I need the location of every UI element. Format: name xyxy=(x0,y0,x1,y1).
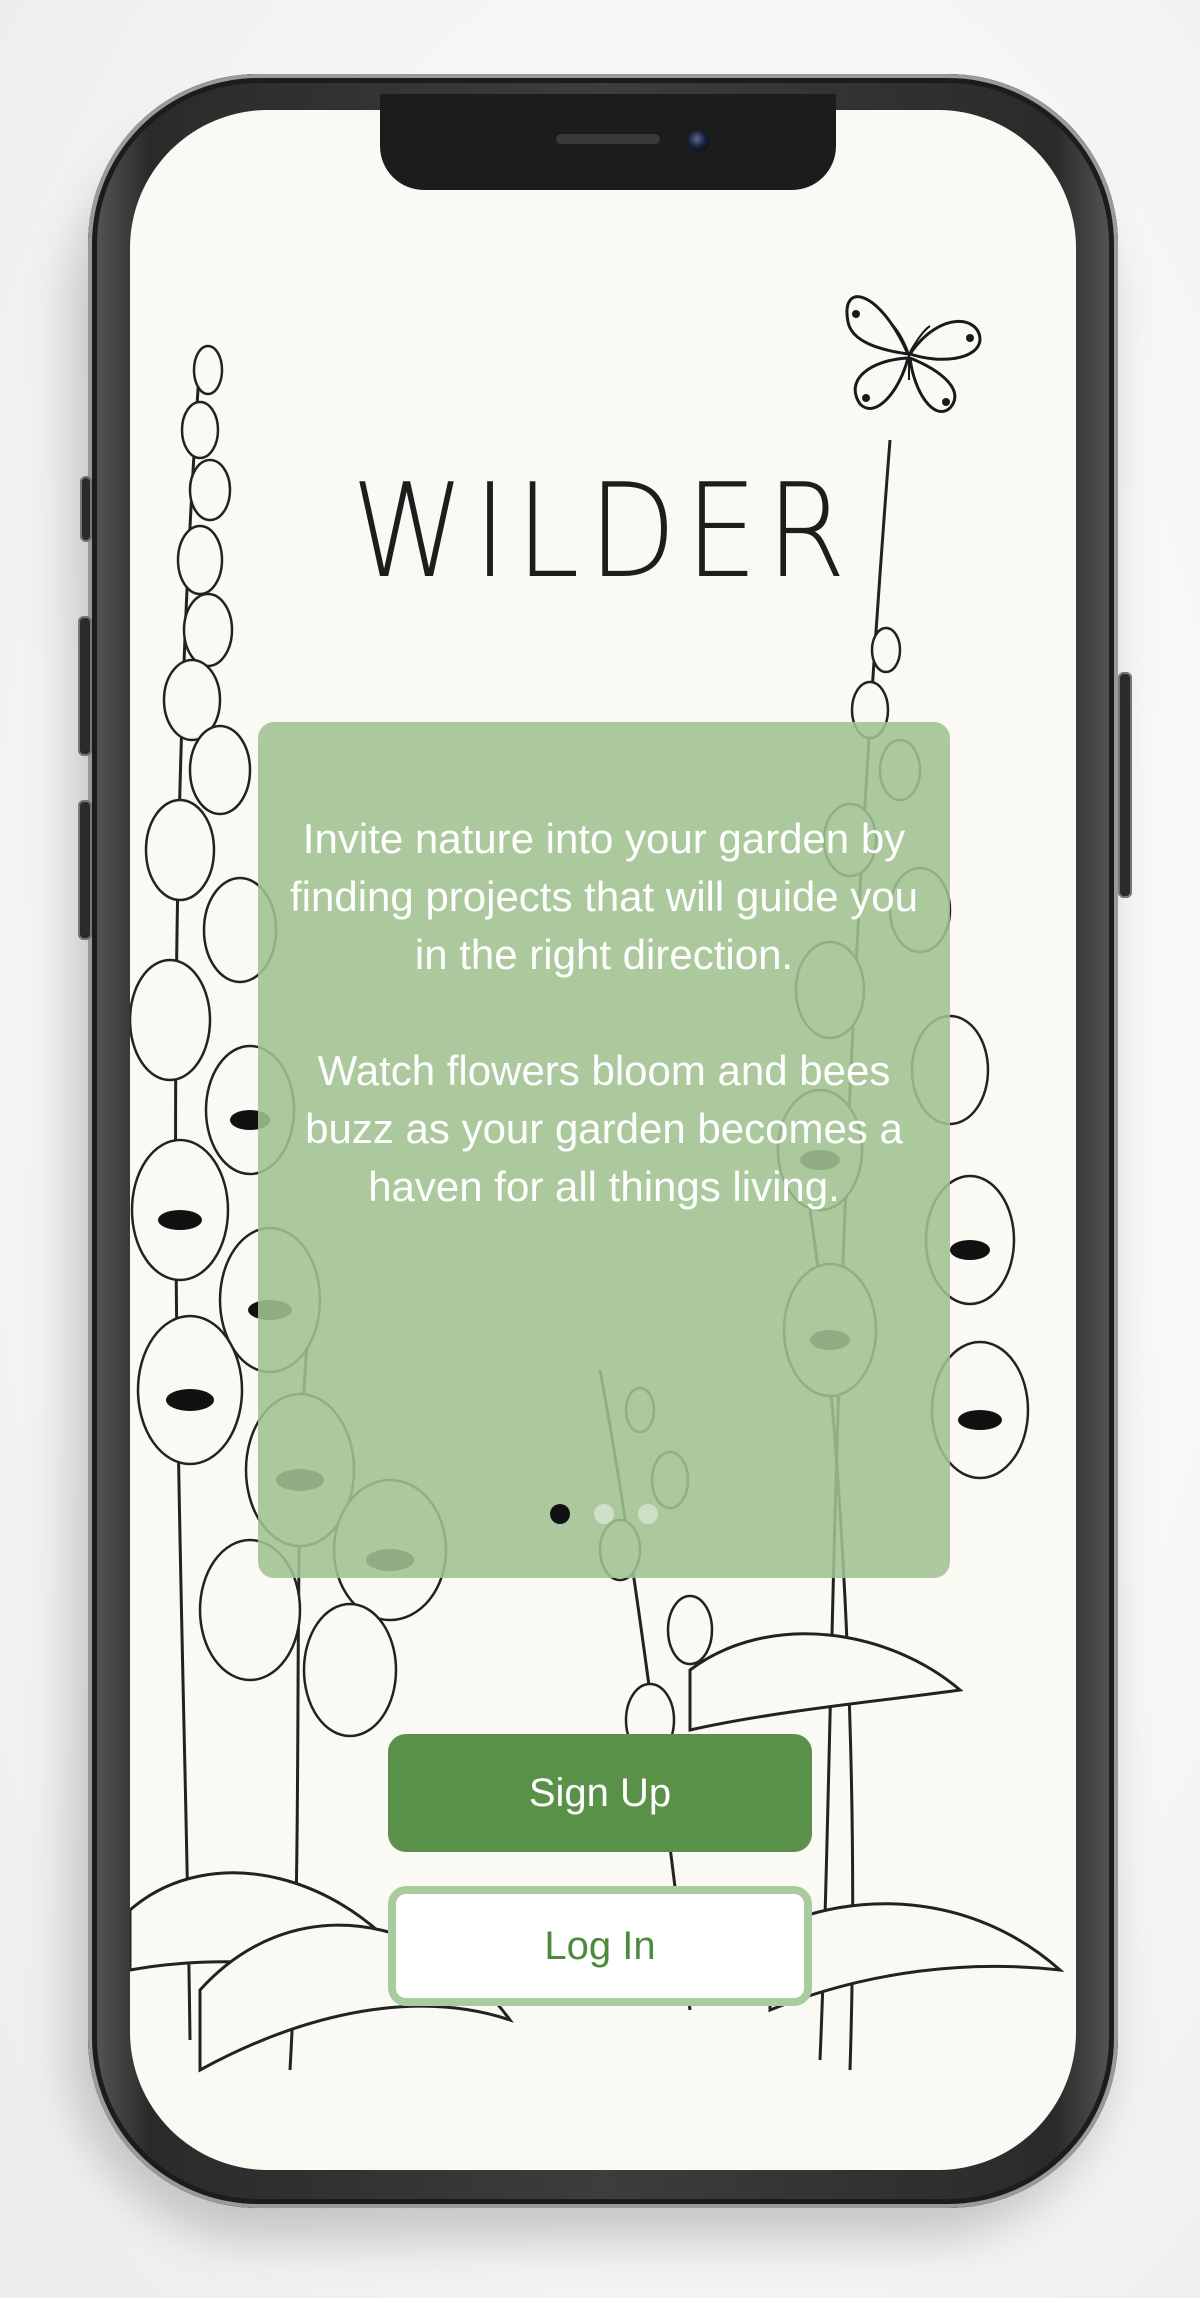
onboarding-copy: Invite nature into your garden by findin… xyxy=(288,810,920,1216)
butterfly-illustration xyxy=(845,295,982,413)
login-button[interactable]: Log In xyxy=(388,1886,812,2006)
power-button xyxy=(1118,672,1132,898)
onboarding-card: Invite nature into your garden by findin… xyxy=(258,722,950,1578)
onboarding-paragraph-2: Watch flowers bloom and bees buzz as you… xyxy=(305,1047,903,1210)
volume-down-button xyxy=(78,800,92,940)
signup-button[interactable]: Sign Up xyxy=(388,1734,812,1852)
volume-up-button xyxy=(78,616,92,756)
app-logo-wordmark: WILDER xyxy=(351,455,855,607)
mute-switch xyxy=(80,476,92,542)
mockup-stage: WILDER Invite nature into your garden by… xyxy=(0,0,1200,2298)
onboarding-paragraph-1: Invite nature into your garden by findin… xyxy=(289,815,919,978)
pagination-dot-3[interactable] xyxy=(638,1504,658,1524)
pagination-dot-1[interactable] xyxy=(550,1504,570,1524)
front-camera xyxy=(688,130,710,152)
pagination-dot-2[interactable] xyxy=(594,1504,614,1524)
pagination-dots xyxy=(258,1504,950,1524)
earpiece-speaker xyxy=(556,134,660,144)
